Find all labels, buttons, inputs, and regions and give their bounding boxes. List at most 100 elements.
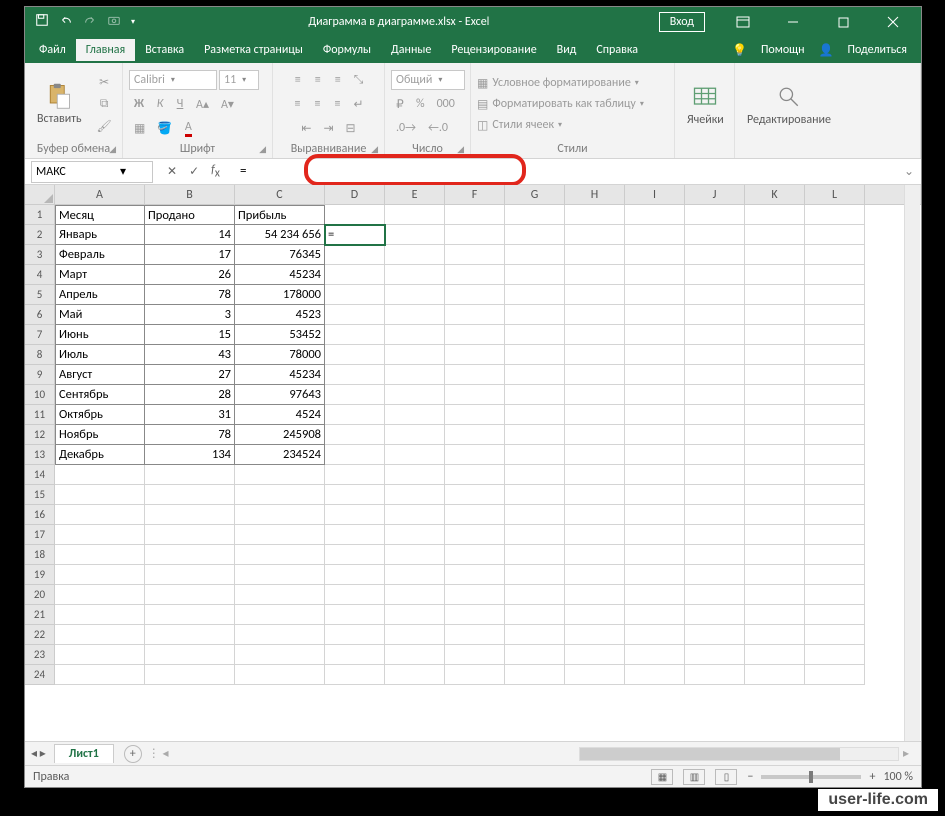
col-header[interactable]: J: [685, 185, 745, 204]
dialog-launcher-icon[interactable]: ◢: [457, 144, 464, 155]
cell[interactable]: Апрель: [55, 285, 145, 305]
font-size-combo[interactable]: 11▾: [219, 70, 259, 90]
tell-me-icon[interactable]: 💡: [732, 43, 747, 58]
cell[interactable]: 31: [145, 405, 235, 425]
row-header[interactable]: 24: [25, 665, 55, 685]
format-painter-icon[interactable]: 🖌: [92, 116, 117, 136]
cell[interactable]: [445, 305, 505, 325]
dialog-launcher-icon[interactable]: ◢: [259, 144, 266, 155]
cell[interactable]: [385, 525, 445, 545]
cell[interactable]: [445, 205, 505, 225]
cell[interactable]: [325, 665, 385, 685]
cell[interactable]: Май: [55, 305, 145, 325]
increase-font-icon[interactable]: A▴: [191, 94, 214, 114]
cell[interactable]: [625, 245, 685, 265]
cell[interactable]: [685, 525, 745, 545]
cell[interactable]: [325, 425, 385, 445]
cell[interactable]: 245908: [235, 425, 325, 445]
cell[interactable]: [625, 305, 685, 325]
cell[interactable]: [235, 565, 325, 585]
cell[interactable]: [55, 585, 145, 605]
cell[interactable]: [565, 465, 625, 485]
cell[interactable]: 178000: [235, 285, 325, 305]
cell[interactable]: [685, 645, 745, 665]
cell[interactable]: [805, 465, 865, 485]
cell[interactable]: [745, 345, 805, 365]
tab-page-layout[interactable]: Разметка страницы: [194, 39, 313, 61]
cell[interactable]: [385, 665, 445, 685]
cell[interactable]: [325, 445, 385, 465]
cell[interactable]: [505, 205, 565, 225]
cell[interactable]: [685, 425, 745, 445]
cell[interactable]: [145, 585, 235, 605]
cell[interactable]: [145, 645, 235, 665]
cell[interactable]: [505, 605, 565, 625]
cell[interactable]: Август: [55, 365, 145, 385]
cell[interactable]: [805, 365, 865, 385]
cell[interactable]: [325, 485, 385, 505]
align-bottom-icon[interactable]: ≡: [329, 70, 347, 90]
maximize-button[interactable]: [821, 7, 865, 37]
cell[interactable]: [505, 225, 565, 245]
cell[interactable]: [235, 645, 325, 665]
cell[interactable]: [685, 605, 745, 625]
cell[interactable]: [745, 365, 805, 385]
cell[interactable]: 14: [145, 225, 235, 245]
col-header[interactable]: E: [385, 185, 445, 204]
cell[interactable]: 45234: [235, 265, 325, 285]
cut-icon[interactable]: ✂: [94, 72, 114, 92]
cell[interactable]: [145, 625, 235, 645]
cell[interactable]: [565, 665, 625, 685]
cell[interactable]: [385, 385, 445, 405]
cell[interactable]: [325, 465, 385, 485]
cell[interactable]: Октябрь: [55, 405, 145, 425]
align-center-icon[interactable]: ≡: [308, 94, 326, 114]
cell[interactable]: [805, 305, 865, 325]
tab-review[interactable]: Рецензирование: [441, 39, 546, 61]
redo-icon[interactable]: [83, 13, 97, 31]
cell[interactable]: [625, 205, 685, 225]
format-as-table-button[interactable]: ▤Форматировать как таблицу ▾: [477, 96, 644, 113]
cell[interactable]: [445, 265, 505, 285]
cell[interactable]: [565, 405, 625, 425]
cell[interactable]: [745, 585, 805, 605]
col-header[interactable]: C: [235, 185, 325, 204]
cell[interactable]: [625, 665, 685, 685]
tab-home[interactable]: Главная: [76, 39, 135, 61]
row-header[interactable]: 2: [25, 225, 55, 245]
cell[interactable]: [745, 225, 805, 245]
cell[interactable]: [55, 565, 145, 585]
cell[interactable]: [325, 285, 385, 305]
cell[interactable]: [505, 265, 565, 285]
cell[interactable]: [325, 625, 385, 645]
close-button[interactable]: [871, 7, 915, 37]
cell[interactable]: [445, 325, 505, 345]
cell[interactable]: 26: [145, 265, 235, 285]
cell[interactable]: 15: [145, 325, 235, 345]
cell[interactable]: [565, 365, 625, 385]
cell[interactable]: [685, 545, 745, 565]
cell[interactable]: [565, 485, 625, 505]
row-header[interactable]: 11: [25, 405, 55, 425]
cell[interactable]: [685, 585, 745, 605]
cell-styles-button[interactable]: ◫Стили ячеек ▾: [477, 117, 562, 134]
cell[interactable]: [385, 465, 445, 485]
cell[interactable]: [625, 325, 685, 345]
cell[interactable]: [745, 645, 805, 665]
cell[interactable]: [325, 645, 385, 665]
cell[interactable]: [445, 285, 505, 305]
cell[interactable]: [805, 225, 865, 245]
cell[interactable]: Июнь: [55, 325, 145, 345]
tell-me[interactable]: Помощн: [751, 39, 815, 61]
cell[interactable]: [385, 565, 445, 585]
cell[interactable]: [745, 425, 805, 445]
zoom-slider[interactable]: [761, 775, 861, 779]
cell[interactable]: [145, 605, 235, 625]
increase-indent-icon[interactable]: ⇥: [318, 118, 338, 138]
cell[interactable]: [745, 565, 805, 585]
cell[interactable]: [625, 605, 685, 625]
cell[interactable]: [505, 465, 565, 485]
cell[interactable]: [565, 585, 625, 605]
cell[interactable]: 78: [145, 425, 235, 445]
cell[interactable]: [445, 425, 505, 445]
